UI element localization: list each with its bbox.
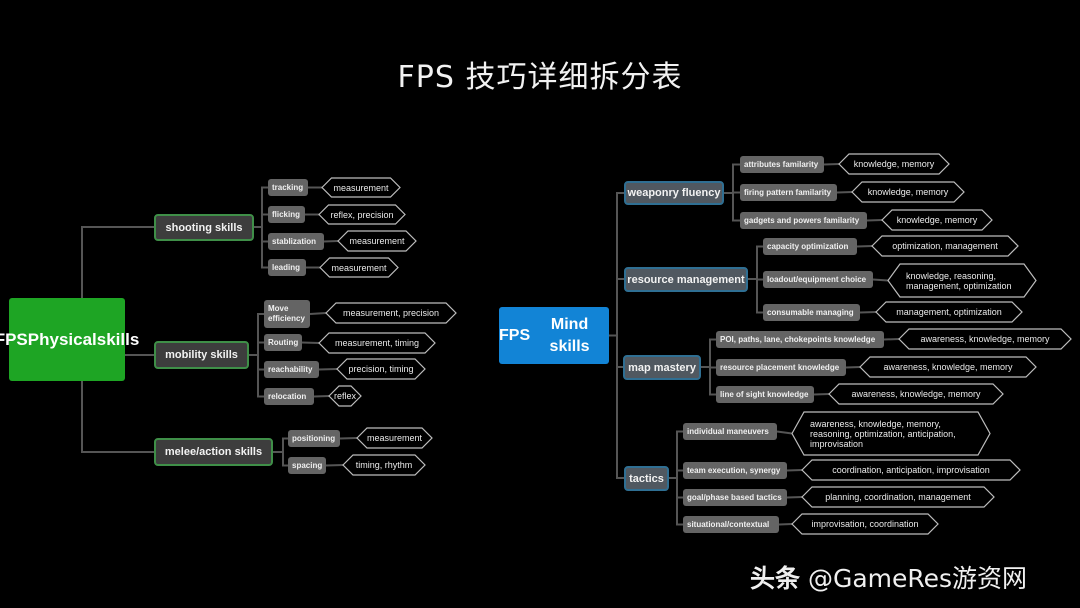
mind-attr-text: knowledge, reasoning, management, optimi… <box>906 270 1012 291</box>
physical-attr-connector <box>301 341 320 344</box>
mind-leaf-node[interactable]: POI, paths, lane, chokepoints knowledge <box>716 331 884 348</box>
mind-branch-node[interactable]: map mastery <box>623 355 701 380</box>
physical-leaf-node[interactable]: relocation <box>264 388 314 405</box>
mind-leaf-node[interactable]: firing pattern familarity <box>740 184 837 201</box>
watermark-handle: @GameRes游资网 <box>807 564 1028 593</box>
physical-leaf-node[interactable]: spacing <box>288 457 326 474</box>
mind-attr-connector <box>786 469 803 472</box>
mind-root-node[interactable]: FPS Mind skills <box>499 307 609 364</box>
mind-leaf-node[interactable]: situational/contextual <box>683 516 779 533</box>
physical-attr-text: measurement, precision <box>342 308 440 318</box>
physical-leaf-node[interactable]: Routing <box>264 334 302 351</box>
mind-attr-text: knowledge, memory <box>853 159 935 169</box>
mind-attr-text: knowledge, memory <box>896 215 978 225</box>
mind-attr-text: awareness, knowledge, memory, reasoning,… <box>810 418 956 449</box>
mind-attr-text: coordination, anticipation, improvisatio… <box>832 465 990 475</box>
mind-attr-text: improvisation, coordination <box>811 519 919 529</box>
physical-root-line-2: Physical <box>27 329 97 349</box>
physical-attr-connector <box>318 368 338 371</box>
mind-attr-connector <box>856 245 873 248</box>
mind-attr-text: optimization, management <box>892 241 998 251</box>
mind-attr-connector <box>859 311 877 314</box>
watermark-brand: 头条 <box>750 564 801 593</box>
physical-branch-node[interactable]: melee/action skills <box>154 438 273 466</box>
physical-attr-text: measurement <box>349 236 405 246</box>
physical-root-line-1: FPS <box>0 329 28 349</box>
mind-leaf-node[interactable]: team execution, synergy <box>683 462 787 479</box>
physical-attr-connector <box>313 395 330 398</box>
physical-root-node[interactable]: FPSPhysicalskills <box>0 298 139 381</box>
mind-attr-text: awareness, knowledge, memory <box>883 362 1013 372</box>
mind-attr-text: management, optimization <box>896 307 1002 317</box>
physical-attr-connector <box>325 464 344 467</box>
mind-leaf-node[interactable]: line of sight knowledge <box>716 386 814 403</box>
mind-attr-connector <box>872 278 889 282</box>
physical-attr-connector <box>323 240 339 243</box>
physical-leaf-node[interactable]: flicking <box>268 206 305 223</box>
mind-attr-connector <box>883 338 900 341</box>
mind-leaf-node[interactable]: gadgets and powers familarity <box>740 212 867 229</box>
physical-leaf-node[interactable]: Move efficiency <box>264 300 310 328</box>
physical-leaf-node[interactable]: reachability <box>264 361 319 378</box>
mind-attr-connector <box>845 366 861 369</box>
mind-leaf-node[interactable]: goal/phase based tactics <box>683 489 787 506</box>
physical-attr-text: measurement <box>366 433 423 443</box>
mind-attr-text: awareness, knowledge, memory <box>851 389 981 399</box>
mind-attr-connector <box>813 393 830 396</box>
mind-leaf-node[interactable]: consumable managing <box>763 304 860 321</box>
physical-leaf-node[interactable]: positioning <box>288 430 340 447</box>
mind-attr-connector <box>866 219 883 222</box>
physical-leaf-node[interactable]: tracking <box>268 179 308 196</box>
physical-attr-connector <box>339 437 358 440</box>
physical-branch-node[interactable]: shooting skills <box>154 214 254 241</box>
mind-leaf-bracket <box>676 430 682 526</box>
physical-attr-text: reflex <box>334 391 357 401</box>
mind-leaf-node[interactable]: attributes familarity <box>740 156 824 173</box>
mind-root-line-1: FPS <box>499 326 531 344</box>
physical-leaf-bracket <box>261 186 267 269</box>
physical-attr-text: precision, timing <box>348 364 414 374</box>
mind-spine <box>616 192 623 479</box>
physical-attr-connector <box>309 312 327 315</box>
mind-attr-text: awareness, knowledge, memory <box>920 334 1050 344</box>
physical-branch-node[interactable]: mobility skills <box>154 341 249 369</box>
mind-branch-node[interactable]: resource management <box>624 267 748 292</box>
physical-leaf-node[interactable]: stablization <box>268 233 324 250</box>
mind-leaf-node[interactable]: resource placement knowledge <box>716 359 846 376</box>
physical-attr-text: measurement <box>333 182 389 193</box>
mind-leaf-node[interactable]: loadout/equipment choice <box>763 271 873 288</box>
mind-branch-node[interactable]: tactics <box>624 466 669 491</box>
physical-leaf-bracket <box>257 313 263 398</box>
mind-attr-connector <box>836 191 853 194</box>
mind-attr-connector <box>778 523 793 526</box>
physical-attr-text: timing, rhythm <box>355 460 413 470</box>
mind-attr-connector <box>786 496 803 499</box>
physical-attr-text: measurement, timing <box>334 338 420 348</box>
mind-attr-text: planning, coordination, management <box>825 492 971 502</box>
mind-attr-text: knowledge, memory <box>867 187 949 197</box>
mind-attr-connector <box>776 430 793 435</box>
mind-leaf-node[interactable]: capacity optimization <box>763 238 857 255</box>
mind-attr-connector <box>823 163 840 166</box>
mind-root-line-2: Mind skills <box>549 315 590 355</box>
physical-root-line-3: skills <box>96 329 140 349</box>
physical-leaf-node[interactable]: leading <box>268 259 306 276</box>
mind-branch-node[interactable]: weaponry fluency <box>624 181 724 205</box>
physical-attr-text: measurement <box>331 262 387 273</box>
watermark: 头条 @GameRes游资网 <box>750 559 1027 595</box>
physical-attr-text: reflex, precision <box>330 209 394 220</box>
mind-leaf-node[interactable]: individual maneuvers <box>683 423 777 440</box>
